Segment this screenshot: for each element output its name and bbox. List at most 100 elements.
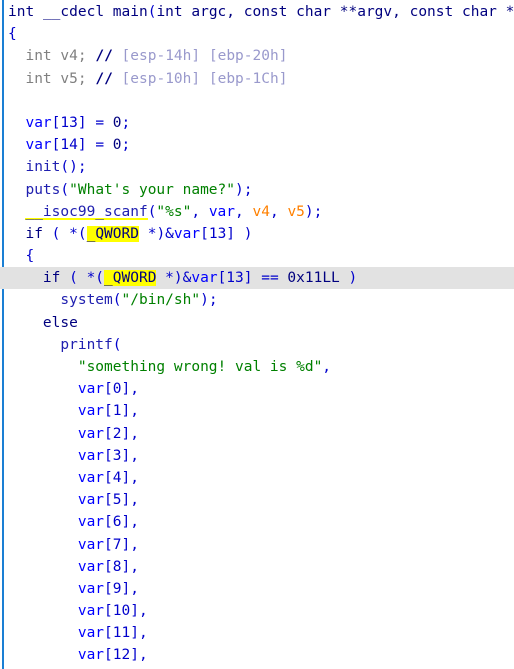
code-line-printf-arg-var-5[interactable]: var[5],	[0, 489, 514, 511]
code-listing[interactable]: int __cdecl main (int argc, const char **…	[0, 0, 514, 669]
token-assign: =	[86, 114, 113, 131]
token-type-qword[interactable]: _QWORD	[86, 225, 139, 242]
token-constant-0x11LL[interactable]: 0x11LL	[287, 270, 339, 286]
token-var[interactable]: var	[78, 426, 104, 442]
code-line-signature[interactable]: int __cdecl main(int argc, const char **…	[0, 1, 514, 23]
token-var[interactable]: var	[78, 647, 104, 663]
code-line-call-system[interactable]: system("/bin/sh");	[0, 289, 514, 311]
token-index-10: [10]	[104, 603, 139, 620]
code-line-if-outer[interactable]: if ( *(_QWORD *)&var[13] )	[0, 223, 514, 245]
token-type-qword[interactable]: _QWORD	[104, 270, 157, 287]
token-zero: 0	[112, 114, 122, 131]
token-index-13: [13]	[200, 225, 236, 242]
code-line-printf-format[interactable]: "something wrong! val is %d",	[0, 356, 514, 378]
code-line-printf-arg-var-2[interactable]: var[2],	[0, 423, 514, 445]
code-line-open-brace-2[interactable]: {	[0, 245, 514, 267]
token-string-quote-close: "	[313, 359, 323, 375]
token-index-14: [14]	[51, 137, 87, 154]
token-var[interactable]: var	[78, 559, 104, 575]
token-space2	[104, 4, 113, 20]
token-var[interactable]: var	[191, 270, 217, 286]
code-line-assign-var13[interactable]: var[13] = 0;	[0, 112, 514, 134]
token-semicolon: ;	[121, 114, 131, 131]
token-var[interactable]: var	[78, 381, 104, 397]
code-line-printf-arg-var-4[interactable]: var[4],	[0, 467, 514, 489]
token-comment-slashes-v4: //	[95, 48, 113, 65]
token-var[interactable]: var	[78, 603, 104, 619]
token-comma: ,	[130, 381, 139, 398]
token-string-quote-close: "	[226, 181, 235, 198]
code-line-printf-arg-var-1[interactable]: var[1],	[0, 400, 514, 422]
token-zero: 0	[112, 137, 122, 154]
pseudocode-view[interactable]: int __cdecl main (int argc, const char **…	[0, 0, 514, 669]
code-line-decl-v5[interactable]: int v5; // [esp-10h] [ebp-1Ch]	[0, 68, 514, 90]
code-line-open-brace[interactable]: {	[0, 23, 514, 45]
token-index-3: [3]	[104, 447, 131, 464]
code-line-call-puts-name[interactable]: puts("What's your name?");	[0, 179, 514, 201]
token-decl-name-v5[interactable]: v5	[60, 71, 77, 87]
code-line-decl-v4[interactable]: int v4; // [esp-14h] [ebp-20h]	[0, 45, 514, 67]
code-line-call-scanf[interactable]: __isoc99_scanf("%s", var, v4, v5);	[0, 201, 514, 223]
code-line-blank-1[interactable]	[0, 90, 514, 112]
token-decl-type-v5: int	[25, 70, 52, 87]
code-line-printf-arg-var-12[interactable]: var[12],	[0, 644, 514, 666]
token-call-system[interactable]: system	[60, 292, 112, 308]
token-arg-var[interactable]: var	[209, 204, 235, 220]
token-var[interactable]: var	[174, 226, 200, 242]
token-var[interactable]: var	[78, 537, 104, 553]
token-var[interactable]: var	[78, 581, 104, 597]
token-var[interactable]: var	[78, 625, 104, 641]
code-line-printf-arg-var-9[interactable]: var[9],	[0, 578, 514, 600]
token-var[interactable]: var	[78, 514, 104, 530]
token-call-init[interactable]: init	[25, 159, 60, 175]
code-line-printf-arg-var-3[interactable]: var[3],	[0, 445, 514, 467]
code-line-printf-arg-var-8[interactable]: var[8],	[0, 556, 514, 578]
token-keyword-if: if	[25, 225, 43, 242]
token-comma: ,	[138, 647, 148, 664]
token-decl-type-v4: int	[25, 48, 52, 65]
code-line-printf-arg-var-10[interactable]: var[10],	[0, 600, 514, 622]
token-var[interactable]: var	[78, 448, 104, 464]
token-comma: ,	[130, 469, 139, 486]
code-line-call-init[interactable]: init();	[0, 156, 514, 178]
code-line-printf-arg-var-6[interactable]: var[6],	[0, 511, 514, 533]
code-line-printf-arg-var-7[interactable]: var[7],	[0, 534, 514, 556]
token-cond-open: ( *(	[42, 225, 87, 242]
code-line-printf-arg-var-0[interactable]: var[0],	[0, 378, 514, 400]
token-string-quote-close: "	[191, 292, 201, 309]
token-arg-v5[interactable]: v5	[287, 204, 304, 220]
code-line-printf-arg-var-11[interactable]: var[11],	[0, 622, 514, 644]
token-string-quote-open: "	[77, 359, 87, 375]
token-comment-slashes-v5: //	[95, 70, 113, 87]
code-line-assign-var14[interactable]: var[14] = 0;	[0, 134, 514, 156]
code-line-if-inner-current[interactable]: if ( *(_QWORD *)&var[13] == 0x11LL )	[0, 267, 514, 290]
code-line-else-inner[interactable]: else	[0, 312, 514, 334]
token-function-name[interactable]: main	[113, 4, 148, 20]
token-params[interactable]: int argc, const char **argv, const char …	[156, 4, 514, 20]
token-var[interactable]: var	[78, 492, 104, 508]
token-call-puts[interactable]: puts	[25, 182, 60, 198]
token-string-quote-open: "	[156, 203, 166, 220]
token-var[interactable]: var	[25, 115, 51, 131]
token-call-isoc99-scanf[interactable]: __isoc99_scanf	[25, 203, 148, 220]
token-comma: ,	[130, 514, 139, 531]
token-var[interactable]: var	[78, 403, 104, 419]
token-calling-convention[interactable]: __cdecl	[43, 4, 104, 20]
token-var[interactable]: var	[78, 470, 104, 486]
token-brace-open: {	[8, 26, 17, 43]
token-var[interactable]: var	[25, 137, 51, 153]
token-call-printf[interactable]: printf	[60, 337, 112, 353]
token-decl-name-v4[interactable]: v4	[60, 48, 77, 64]
token-comma: ,	[130, 403, 139, 420]
token-comma: ,	[130, 425, 139, 442]
code-line-call-printf-open[interactable]: printf(	[0, 334, 514, 356]
token-arg-v4[interactable]: v4	[253, 204, 270, 220]
